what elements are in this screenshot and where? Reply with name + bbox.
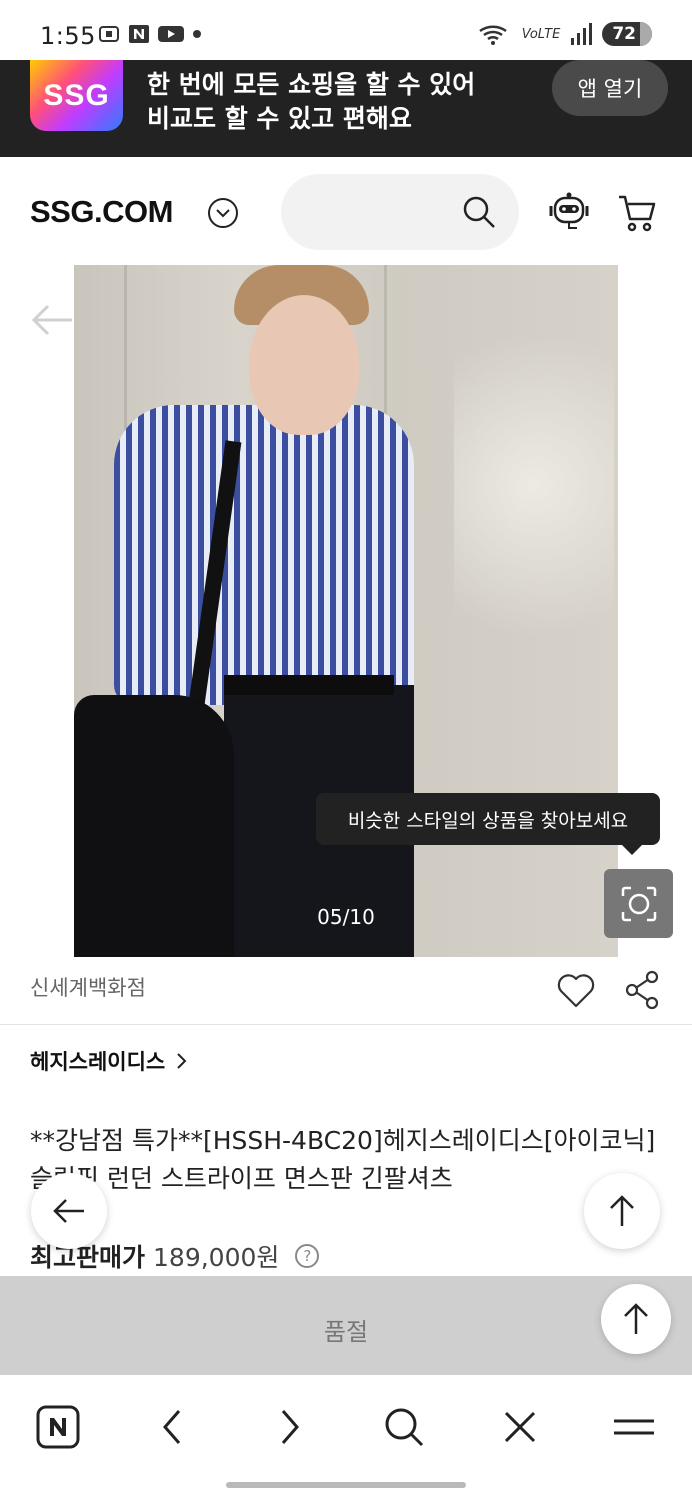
forward-icon xyxy=(281,1410,299,1444)
banner-line-2: 비교도 할 수 있고 편해요 xyxy=(147,104,412,133)
dot-icon xyxy=(193,30,201,38)
float-back-button[interactable] xyxy=(31,1173,107,1249)
image-striped-shirt xyxy=(114,405,414,705)
soldout-scroll-top-button[interactable] xyxy=(601,1284,671,1354)
status-notification-icons xyxy=(98,24,202,44)
image-model-face xyxy=(249,295,359,435)
naver-home-icon xyxy=(36,1405,80,1449)
browser-forward-button[interactable] xyxy=(266,1403,314,1451)
browser-search-button[interactable] xyxy=(380,1403,428,1451)
site-logo[interactable]: SSG.COM xyxy=(30,194,173,230)
cart-icon[interactable] xyxy=(616,192,658,234)
status-bar: 1:55 VoLTE 72 xyxy=(0,0,692,60)
brand-link[interactable]: 헤지스레이디스 xyxy=(30,1046,189,1076)
arrow-left-icon xyxy=(53,1199,84,1223)
search-icon xyxy=(385,1408,424,1447)
price-value: 189,000원 xyxy=(153,1243,280,1272)
battery-level: 72 xyxy=(612,24,636,44)
soldout-bar: 품절 xyxy=(0,1276,692,1375)
help-icon[interactable]: ? xyxy=(295,1244,320,1268)
image-search-button[interactable] xyxy=(604,869,673,938)
ssg-app-logo: SSG xyxy=(30,60,123,131)
chevron-right-icon xyxy=(177,1053,187,1069)
status-time: 1:55 xyxy=(40,22,96,50)
home-indicator[interactable] xyxy=(226,1482,466,1488)
open-app-button[interactable]: 앱 열기 xyxy=(552,60,668,116)
volte-indicator: VoLTE xyxy=(521,26,561,42)
image-belt xyxy=(224,675,394,695)
back-icon xyxy=(163,1410,181,1444)
signal-icon xyxy=(571,23,593,45)
similar-style-tooltip: 비슷한 스타일의 상품을 찾아보세요 xyxy=(316,793,660,855)
battery-icon: 72 xyxy=(602,22,652,46)
wifi-icon xyxy=(478,25,507,45)
section-divider xyxy=(0,1024,692,1025)
arrow-up-icon xyxy=(610,1195,634,1226)
carousel-prev-arrow-icon[interactable] xyxy=(30,302,74,338)
naver-home-button[interactable] xyxy=(34,1403,82,1451)
product-title: **강남점 특가**[HSSH-4BC20]헤지스레이디스[아이코닉]슬림핏 런… xyxy=(30,1126,656,1193)
banner-message: 한 번에 모든 쇼핑을 할 수 있어 비교도 할 수 있고 편해요 xyxy=(147,68,475,136)
site-header: SSG.COM xyxy=(0,157,692,265)
heart-icon[interactable] xyxy=(556,971,596,1009)
app-install-banner: SSG 한 번에 모든 쇼핑을 할 수 있어 비교도 할 수 있고 편해요 앱 … xyxy=(0,60,692,157)
browser-close-button[interactable] xyxy=(496,1403,544,1451)
close-icon xyxy=(504,1411,536,1443)
search-icon[interactable] xyxy=(461,194,497,230)
scroll-top-button[interactable] xyxy=(584,1173,660,1249)
status-system-icons: VoLTE 72 xyxy=(478,22,652,46)
seller-name: 신세계백화점 xyxy=(30,976,146,1000)
browser-back-button[interactable] xyxy=(148,1403,196,1451)
product-image[interactable]: 05/10 xyxy=(74,265,618,957)
screenshot-icon xyxy=(99,26,119,42)
share-icon[interactable] xyxy=(624,970,660,1010)
image-wall-texture xyxy=(454,325,614,725)
search-input[interactable] xyxy=(281,174,519,250)
soldout-label: 품절 xyxy=(323,1318,369,1346)
youtube-icon xyxy=(158,26,184,42)
customer-service-icon[interactable] xyxy=(546,190,592,236)
menu-icon xyxy=(614,1419,654,1435)
chevron-down-icon[interactable] xyxy=(207,197,239,229)
ssg-logo-text: SSG xyxy=(43,78,110,112)
arrow-up-icon xyxy=(624,1303,648,1334)
banner-line-1: 한 번에 모든 쇼핑을 할 수 있어 xyxy=(147,70,476,99)
naver-icon xyxy=(129,25,149,43)
brand-name: 헤지스레이디스 xyxy=(30,1050,166,1074)
lens-search-icon xyxy=(621,886,656,921)
browser-menu-button[interactable] xyxy=(610,1403,658,1451)
image-counter: 05/10 xyxy=(317,905,375,929)
